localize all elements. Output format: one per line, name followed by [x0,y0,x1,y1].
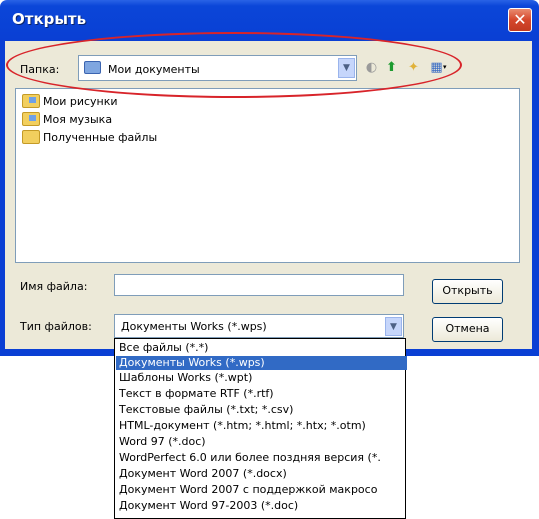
filetype-dropdown-arrow[interactable]: ▼ [385,317,402,336]
annotation-ellipse [6,32,462,98]
dropdown-option[interactable]: Документ Word 2007 с поддержкой макросо [116,483,407,497]
dropdown-option[interactable]: Шаблоны Works (*.wpt) [116,371,407,385]
filetype-label: Тип файлов: [20,320,92,333]
window-title: Открыть [12,10,87,28]
open-button[interactable]: Открыть [432,279,503,304]
file-item[interactable]: Полученные файлы [22,129,157,145]
cancel-button[interactable]: Отмена [432,317,503,342]
file-item[interactable]: Мои рисунки [22,93,118,109]
special-folder-icon [22,112,40,126]
special-folder-icon [22,94,40,108]
dropdown-option[interactable]: HTML-документ (*.htm; *.html; *.htx; *.o… [116,419,407,433]
dropdown-option[interactable]: Документ Word 97-2003 (*.doc) [116,499,407,513]
dropdown-option[interactable]: Документ Word 2007 (*.docx) [116,467,407,481]
close-icon: ✕ [513,10,527,29]
file-name: Мои рисунки [43,94,118,108]
filename-label: Имя файла: [20,280,88,293]
file-name: Полученные файлы [43,130,158,144]
filetype-dropdown-list[interactable]: Все файлы (*.*) Документы Works (*.wps) … [114,338,407,519]
filetype-value: Документы Works (*.wps) [121,320,267,333]
dropdown-option[interactable]: Текстовые файлы (*.txt; *.csv) [116,403,407,417]
dropdown-option[interactable]: Word 97 (*.doc) [116,435,407,449]
filename-input[interactable] [114,274,404,296]
dropdown-option[interactable]: Текст в формате RTF (*.rtf) [116,387,407,401]
close-button[interactable]: ✕ [508,8,532,32]
file-name: Моя музыка [43,112,113,126]
dropdown-option-selected[interactable]: Документы Works (*.wps) [116,356,407,370]
dropdown-option[interactable]: WordPerfect 6.0 или более поздняя версия… [116,451,407,465]
file-item[interactable]: Моя музыка [22,111,112,127]
dropdown-option[interactable]: Все файлы (*.*) [116,341,407,355]
folder-icon [22,130,40,144]
